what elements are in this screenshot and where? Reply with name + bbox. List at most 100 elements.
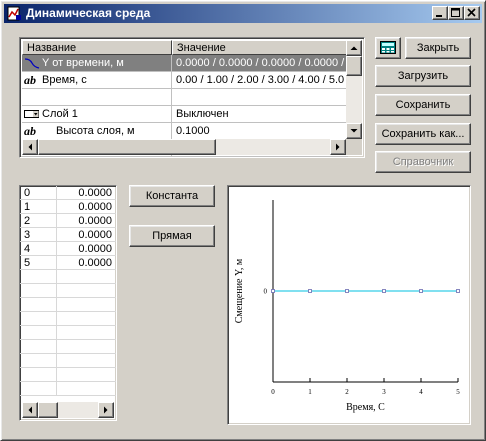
column-separator <box>56 186 57 199</box>
grid-row[interactable]: Y от времени, м 0.0000 / 0.0000 / 0.0000 … <box>22 55 348 72</box>
table-cell-value[interactable]: 0.0000 <box>78 228 112 242</box>
constant-button[interactable]: Константа <box>129 185 215 207</box>
table-empty-row[interactable] <box>20 284 116 298</box>
table-row[interactable]: 0 0.0000 <box>20 186 116 200</box>
grid-vertical-scrollbar[interactable] <box>346 40 362 139</box>
data-point <box>419 289 423 293</box>
table-cell-index: 1 <box>24 201 31 213</box>
column-separator <box>56 284 57 297</box>
scroll-up-button[interactable] <box>346 40 362 56</box>
x-axis-label: Время, С <box>346 402 385 413</box>
app-icon <box>7 6 21 21</box>
value-table[interactable]: 0 0.0000 1 0.0000 2 0.0000 3 0.0000 4 0.0000 5 0.00… <box>19 185 117 421</box>
x-tick-label: 3 <box>382 388 386 396</box>
scroll-left-button[interactable] <box>22 139 38 155</box>
column-separator <box>56 200 57 213</box>
column-separator <box>56 368 57 381</box>
table-empty-row[interactable] <box>20 354 116 368</box>
grid-horizontal-scrollbar[interactable] <box>22 139 346 155</box>
table-row[interactable]: 2 0.0000 <box>20 214 116 228</box>
value-table-rows: 0 0.0000 1 0.0000 2 0.0000 3 0.0000 4 0.0000 5 0.00… <box>20 186 116 270</box>
scroll-right-button[interactable] <box>330 139 346 155</box>
title-bar[interactable]: Динамическая среда <box>4 4 482 23</box>
arrow-up-icon <box>350 46 358 50</box>
table-row[interactable]: 3 0.0000 <box>20 228 116 242</box>
data-point <box>271 289 275 293</box>
x-tick-label: 1 <box>308 388 312 396</box>
table-cell-value[interactable]: 0.0000 <box>78 256 112 270</box>
table-cell-value[interactable]: 0.0000 <box>78 200 112 214</box>
column-separator <box>56 326 57 339</box>
table-row[interactable]: 5 0.0000 <box>20 256 116 270</box>
grid-cell-name[interactable] <box>22 89 172 105</box>
table-empty-row[interactable] <box>20 382 116 396</box>
x-tick-label: 0 <box>271 388 275 396</box>
column-separator <box>56 242 57 255</box>
column-separator <box>56 228 57 241</box>
arrow-right-icon <box>336 143 340 151</box>
grid-cell-value[interactable]: 0.0000 / 0.0000 / 0.0000 / 0.0000 / 0.0 <box>172 55 348 71</box>
grid-header: Название Значение <box>22 40 348 55</box>
grid-cell-value[interactable] <box>172 89 348 105</box>
horizontal-scroll-thumb[interactable] <box>38 139 216 155</box>
svg-text:ab: ab <box>24 124 36 138</box>
close-button[interactable]: Закрыть <box>405 37 471 59</box>
property-grid[interactable]: Название Значение Y от времени, м 0.0000 … <box>19 37 365 158</box>
grid-row[interactable]: ab Высота слоя, м 0.1000 <box>22 123 348 140</box>
grid-cell-name-text: Высота слоя, м <box>56 125 135 137</box>
column-separator <box>56 256 57 269</box>
grid-cell-name[interactable]: ab Время, с <box>22 72 172 88</box>
table-empty-row[interactable] <box>20 340 116 354</box>
chart: 0 1 2 3 4 5 0 Время, С Смещение Y, м <box>234 200 460 413</box>
grid-cell-name[interactable]: ab Высота слоя, м <box>22 123 172 139</box>
grid-cell-value[interactable]: 0.00 / 1.00 / 2.00 / 3.00 / 4.00 / 5.0 <box>172 72 348 88</box>
table-empty-row[interactable] <box>20 298 116 312</box>
column-header-value[interactable]: Значение <box>172 40 348 55</box>
close-window-button[interactable] <box>464 6 480 20</box>
table-scroll-left-button[interactable] <box>22 402 38 418</box>
column-separator <box>56 298 57 311</box>
scroll-down-button[interactable] <box>346 123 362 139</box>
table-cell-value[interactable]: 0.0000 <box>78 214 112 228</box>
minimize-button[interactable] <box>432 6 448 20</box>
grid-cell-name[interactable]: Слой 1 <box>22 106 172 122</box>
abc-icon: ab <box>24 124 40 138</box>
arrow-left-icon <box>28 143 32 151</box>
grid-row[interactable] <box>22 89 348 106</box>
layer-dropdown-icon <box>24 107 40 121</box>
maximize-button[interactable] <box>448 6 464 20</box>
reference-button[interactable]: Справочник <box>375 151 471 173</box>
table-empty-row[interactable] <box>20 270 116 284</box>
table-scroll-thumb[interactable] <box>38 402 58 418</box>
table-row[interactable]: 4 0.0000 <box>20 242 116 256</box>
y-axis-label: Смещение Y, м <box>234 258 245 323</box>
data-point <box>382 289 386 293</box>
calculator-button[interactable] <box>375 37 401 59</box>
column-separator <box>56 312 57 325</box>
table-row[interactable]: 1 0.0000 <box>20 200 116 214</box>
table-empty-row[interactable] <box>20 368 116 382</box>
load-button[interactable]: Загрузить <box>375 65 471 87</box>
data-point <box>345 289 349 293</box>
table-horizontal-scrollbar[interactable] <box>22 402 114 418</box>
save-button[interactable]: Сохранить <box>375 94 471 116</box>
table-cell-value[interactable]: 0.0000 <box>78 242 112 256</box>
table-cell-index: 3 <box>24 229 31 241</box>
column-header-name[interactable]: Название <box>22 40 172 55</box>
table-cell-value[interactable]: 0.0000 <box>78 186 112 200</box>
table-scroll-right-button[interactable] <box>98 402 114 418</box>
table-empty-row[interactable] <box>20 312 116 326</box>
grid-row[interactable]: Слой 1 Выключен <box>22 106 348 123</box>
line-button[interactable]: Прямая <box>129 225 215 247</box>
save-as-button[interactable]: Сохранить как... <box>375 123 471 145</box>
grid-cell-name[interactable]: Y от времени, м <box>22 55 172 71</box>
table-cell-index: 5 <box>24 257 31 269</box>
scroll-thumb[interactable] <box>346 56 362 76</box>
grid-row[interactable]: ab Время, с 0.00 / 1.00 / 2.00 / 3.00 / 4.… <box>22 72 348 89</box>
grid-cell-name-text: Слой 1 <box>42 108 78 120</box>
calculator-icon <box>380 41 396 54</box>
table-empty-row[interactable] <box>20 326 116 340</box>
grid-cell-name-text: Y от времени, м <box>42 57 124 69</box>
grid-cell-value[interactable]: 0.1000 <box>172 123 348 139</box>
grid-cell-value[interactable]: Выключен <box>172 106 348 122</box>
